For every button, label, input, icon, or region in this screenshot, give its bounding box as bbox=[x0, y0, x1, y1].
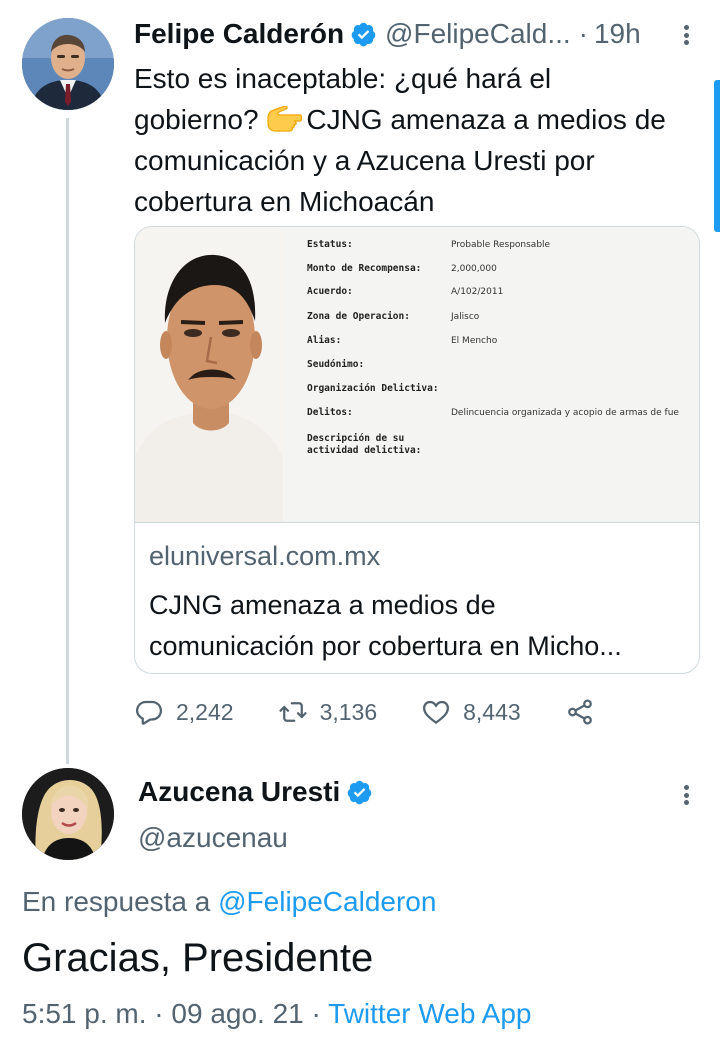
retweet-button[interactable]: 3,136 bbox=[278, 697, 378, 727]
tweet-text-line: comunicación y a Azucena Uresti por bbox=[134, 145, 595, 176]
record-field-label: Seudónimo: bbox=[307, 359, 365, 370]
verified-badge-icon bbox=[347, 780, 372, 804]
link-preview-card[interactable]: Estatus: Probable Responsable Monto de R… bbox=[134, 226, 700, 674]
reply-author-name[interactable]: Azucena Uresti bbox=[138, 776, 340, 808]
record-field-label: Zona de Operacion: bbox=[307, 311, 410, 322]
reply-context: En respuesta a @FelipeCalderon bbox=[22, 886, 436, 918]
tweet-text: Esto es inaceptable: ¿qué hará el gobier… bbox=[134, 58, 704, 222]
record-field-value: Delincuencia organizada y acopio de arma… bbox=[451, 408, 679, 418]
tweet-timestamp[interactable]: 5:51 p. m. bbox=[22, 998, 147, 1029]
reply-author-handle[interactable]: @azucenau bbox=[138, 822, 288, 854]
thread-connector-line bbox=[66, 118, 69, 764]
link-title-line: comunicación por cobertura en Micho... bbox=[149, 631, 622, 661]
tweet-time[interactable]: 19h bbox=[594, 18, 641, 50]
tweet-header: Felipe Calderón @FelipeCald... · 19h bbox=[134, 14, 704, 54]
scrollbar[interactable] bbox=[714, 80, 720, 232]
meta-separator: · bbox=[154, 998, 164, 1029]
pointing-hand-left-icon bbox=[267, 106, 303, 132]
verified-badge-icon bbox=[351, 22, 376, 46]
tweet-metadata: 5:51 p. m. · 09 ago. 21 · Twitter Web Ap… bbox=[22, 998, 532, 1030]
avatar[interactable] bbox=[22, 18, 114, 110]
record-field-value: 2,000,000 bbox=[451, 264, 497, 274]
record-field-value: El Mencho bbox=[451, 336, 498, 346]
more-options-icon[interactable] bbox=[676, 20, 696, 50]
reply-tweet-text: Gracias, Presidente bbox=[22, 936, 374, 980]
tweet-actions: 2,242 3,136 8,443 bbox=[134, 692, 604, 732]
record-field-label: Descripción de su bbox=[307, 433, 405, 444]
tweet-text-fragment: CJNG amenaza a medios de bbox=[306, 104, 666, 135]
record-field-label: Delitos: bbox=[307, 407, 353, 418]
share-button[interactable] bbox=[565, 697, 595, 727]
record-field-value: Probable Responsable bbox=[451, 240, 551, 250]
like-button[interactable]: 8,443 bbox=[421, 697, 521, 727]
record-field-label: actividad delictiva: bbox=[307, 445, 422, 456]
tweet-text-line: cobertura en Michoacán bbox=[134, 186, 435, 217]
retweet-count: 3,136 bbox=[319, 698, 378, 725]
reply-icon bbox=[135, 700, 163, 725]
retweet-icon bbox=[278, 702, 307, 722]
tweet-date[interactable]: 09 ago. 21 bbox=[171, 998, 303, 1029]
reply-count: 2,242 bbox=[176, 698, 234, 725]
tweet-text-fragment: gobierno? bbox=[134, 104, 259, 135]
like-count: 8,443 bbox=[463, 698, 521, 725]
more-options-icon[interactable] bbox=[676, 780, 696, 810]
source-app-link[interactable]: Twitter Web App bbox=[328, 998, 531, 1029]
record-field-label: Estatus: bbox=[307, 239, 353, 250]
record-field-value: A/102/2011 bbox=[451, 287, 504, 297]
avatar[interactable] bbox=[22, 768, 114, 860]
record-field-label: Acuerdo: bbox=[307, 286, 353, 297]
meta-separator: · bbox=[311, 998, 321, 1029]
reply-mention-link[interactable]: @FelipeCalderon bbox=[218, 886, 436, 917]
tweet-time-separator: · bbox=[578, 18, 588, 49]
link-domain: eluniversal.com.mx bbox=[149, 541, 381, 571]
reply-context-label: En respuesta a bbox=[22, 886, 211, 917]
heart-icon bbox=[423, 700, 450, 725]
tweet-text-line: Esto es inaceptable: ¿qué hará el bbox=[134, 63, 552, 94]
tweet-text-line: gobierno? CJNG amenaza a medios de bbox=[134, 99, 704, 140]
author-handle[interactable]: @FelipeCald... bbox=[385, 18, 571, 50]
wanted-person-photo bbox=[135, 227, 283, 522]
link-title: CJNG amenaza a medios de comunicación po… bbox=[149, 585, 689, 667]
share-icon bbox=[567, 699, 592, 725]
reply-button[interactable]: 2,242 bbox=[134, 697, 234, 727]
record-field-value: Jalisco bbox=[451, 312, 480, 322]
reply-author-header: Azucena Uresti bbox=[138, 776, 373, 808]
record-field-label: Alias: bbox=[307, 335, 342, 346]
author-name[interactable]: Felipe Calderón bbox=[134, 18, 344, 50]
link-title-line: CJNG amenaza a medios de bbox=[149, 590, 496, 620]
record-field-label: Organización Delictiva: bbox=[307, 383, 439, 394]
record-field-label: Monto de Recompensa: bbox=[307, 263, 422, 274]
link-preview-image: Estatus: Probable Responsable Monto de R… bbox=[135, 227, 699, 523]
